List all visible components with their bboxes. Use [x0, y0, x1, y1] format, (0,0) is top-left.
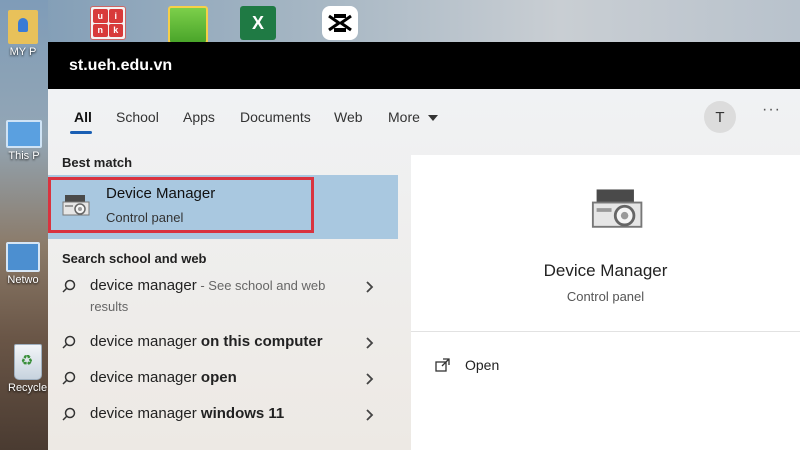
network-icon — [6, 242, 40, 272]
unikey-glyph: k — [108, 23, 123, 37]
desktop-icon-network[interactable]: Netwo — [6, 242, 40, 286]
desktop-icon-label: MY P — [9, 46, 37, 58]
search-web-header: Search school and web — [62, 251, 207, 266]
preview-subtitle: Control panel — [566, 289, 645, 304]
tab-more[interactable]: More — [388, 109, 438, 125]
search-icon — [62, 407, 76, 421]
unikey-glyph: u — [93, 9, 108, 23]
unikey-glyph: i — [108, 9, 123, 23]
desktop-icon-label: Recycle — [8, 382, 48, 394]
results-list: Best match Device Manager Control panel … — [48, 155, 410, 450]
chevron-right-icon — [366, 337, 374, 349]
search-result-item[interactable]: device manager windows 11 — [48, 403, 398, 433]
search-panel: All School Apps Documents Web More T ···… — [48, 89, 800, 450]
open-label: Open — [465, 357, 500, 373]
search-result-text: device manager on this computer — [90, 333, 323, 350]
window-title: st.ueh.edu.vn — [69, 57, 173, 74]
recycle-bin-icon — [13, 344, 42, 380]
best-match-type: Control panel — [106, 210, 184, 225]
query-suffix: windows 11 — [200, 405, 285, 422]
query-suffix: on this computer — [200, 333, 323, 350]
query-hint: - See school and web — [196, 278, 326, 293]
tab-more-label: More — [388, 109, 420, 125]
open-icon — [435, 358, 450, 372]
open-action[interactable]: Open — [435, 357, 499, 373]
search-result-text: device manager - See school and web — [90, 277, 325, 294]
tab-apps[interactable]: Apps — [183, 109, 215, 125]
desktop-icon-my-folder[interactable]: MY P — [8, 10, 38, 58]
desktop-icon-label: Netwo — [7, 274, 39, 286]
search-result-text: device manager windows 11 — [90, 405, 284, 422]
search-icon — [62, 371, 76, 385]
desktop-icon-recycle-bin[interactable]: Recycle — [8, 344, 47, 394]
capcut-icon[interactable] — [322, 6, 358, 40]
title-bar: st.ueh.edu.vn — [48, 42, 800, 89]
caret-down-icon — [427, 115, 438, 122]
filter-tabs: All School Apps Documents Web More T ··· — [48, 89, 800, 155]
search-result-text: device manager open — [90, 369, 237, 386]
device-manager-icon — [591, 185, 647, 240]
best-match-header: Best match — [62, 155, 133, 170]
unikey-glyph: n — [93, 23, 108, 37]
excel-glyph: X — [251, 12, 264, 33]
tab-documents[interactable]: Documents — [240, 109, 311, 125]
tab-all[interactable]: All — [74, 109, 92, 125]
query-text: device manager — [90, 405, 201, 422]
user-folder-icon — [8, 10, 38, 44]
chevron-right-icon — [366, 409, 374, 421]
query-suffix: open — [200, 369, 237, 386]
more-options-icon[interactable]: ··· — [762, 101, 781, 119]
search-icon — [62, 335, 76, 349]
preview-title: Device Manager — [543, 261, 668, 280]
this-pc-icon — [6, 120, 42, 148]
best-match-name: Device Manager — [106, 185, 216, 202]
preview-pane: Device Manager Control panel Open — [411, 155, 800, 450]
query-hint-cont: results — [90, 299, 129, 314]
query-text: device manager — [90, 333, 201, 350]
avatar[interactable]: T — [704, 101, 736, 133]
tab-web[interactable]: Web — [334, 109, 363, 125]
chevron-right-icon — [366, 281, 374, 293]
search-result-item[interactable]: device manager on this computer — [48, 331, 398, 361]
green-app-icon[interactable] — [168, 6, 208, 44]
query-text: device manager — [90, 369, 201, 386]
capcut-logo — [328, 14, 352, 32]
tab-active-indicator — [70, 131, 92, 134]
query-text: device manager — [90, 277, 197, 294]
chevron-right-icon — [366, 373, 374, 385]
search-result-item[interactable]: device manager open — [48, 367, 398, 397]
search-result-item[interactable]: device manager - See school and web resu… — [48, 275, 398, 325]
best-match-item[interactable]: Device Manager Control panel — [48, 175, 398, 239]
desktop-icon-this-pc[interactable]: This P — [6, 120, 42, 162]
preview-divider — [411, 331, 800, 332]
search-window: st.ueh.edu.vn All School Apps Documents … — [48, 42, 800, 450]
tab-school[interactable]: School — [116, 109, 159, 125]
desktop-icon-label: This P — [8, 150, 40, 162]
device-manager-icon — [62, 193, 92, 224]
excel-icon[interactable]: X — [240, 6, 276, 40]
search-icon — [62, 279, 76, 293]
unikey-icon[interactable]: u i n k — [90, 6, 126, 40]
